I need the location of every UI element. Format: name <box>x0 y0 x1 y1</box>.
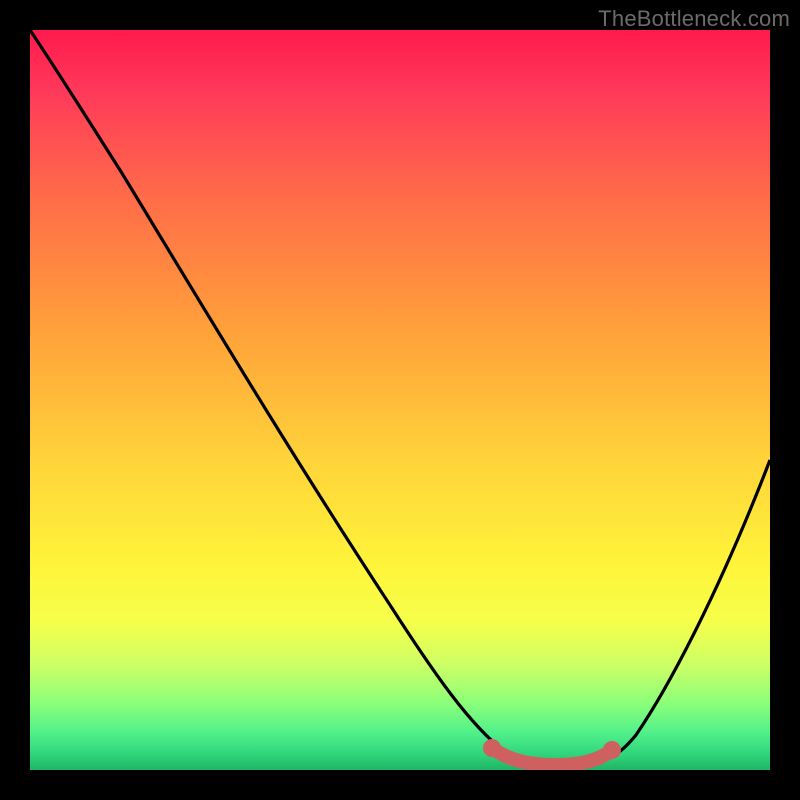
chart-frame: TheBottleneck.com <box>0 0 800 800</box>
plot-area <box>30 30 770 770</box>
flat-end-dot <box>603 741 621 759</box>
bottleneck-curve <box>30 30 770 765</box>
bottleneck-curve-layer <box>30 30 770 770</box>
flat-band <box>492 748 612 765</box>
flat-start-dot <box>483 739 501 757</box>
watermark-text: TheBottleneck.com <box>598 6 790 32</box>
